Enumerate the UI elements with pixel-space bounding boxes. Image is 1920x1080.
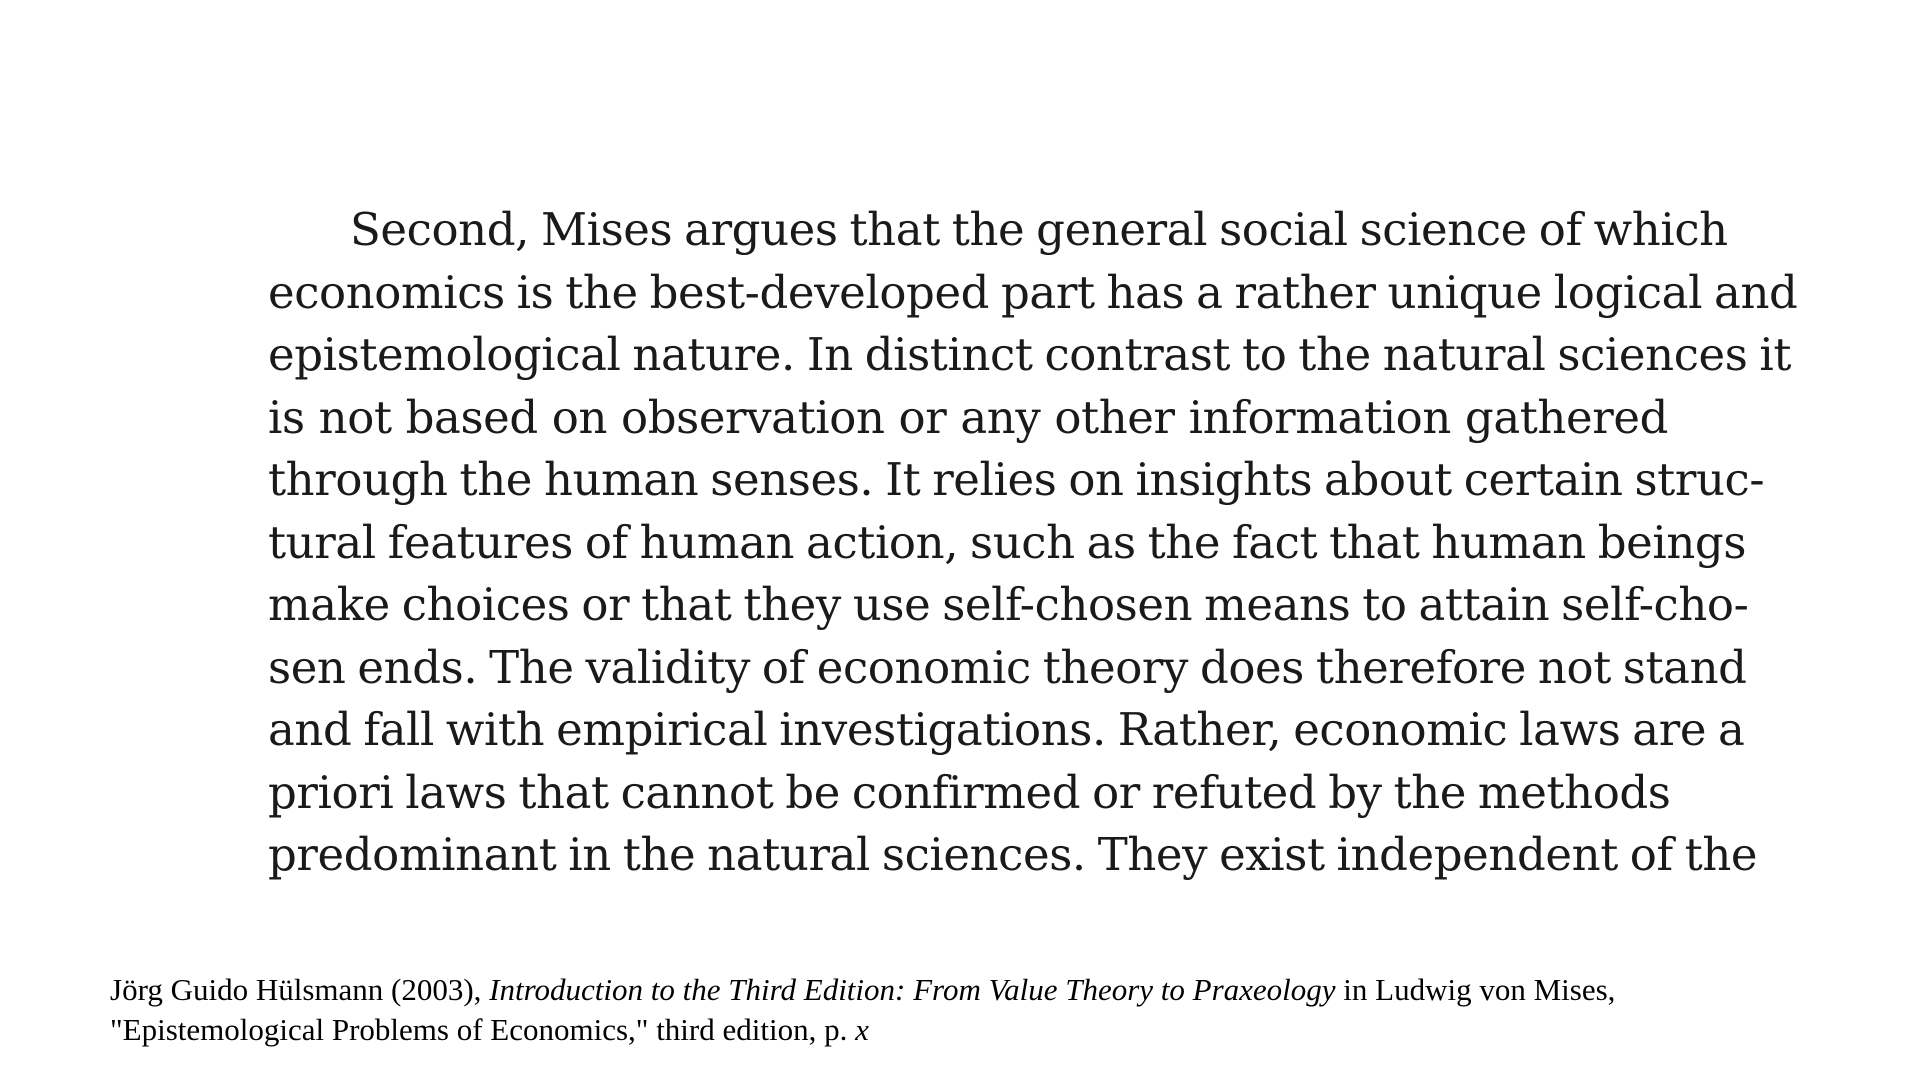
citation-author-year: Jörg Guido Hülsmann (2003), [110,972,490,1007]
quote-line: Second, Mises argues that the general so… [350,203,1728,256]
quote-line: tural features of human action, such as … [268,515,1747,569]
citation: Jörg Guido Hülsmann (2003), Introduction… [110,970,1830,1050]
quote-line: predominant in the natural sciences. The… [268,828,1758,881]
quote-line: is not based on observation or any other… [268,390,1668,444]
quote-line: epistemological nature. In distinct cont… [268,328,1792,381]
quote-line: economics is the best-developed part has… [268,265,1798,319]
citation-source: "Epistemological Problems of Economics,"… [110,1012,856,1047]
quote-line: priori laws that cannot be confirmed or … [268,765,1671,819]
citation-in-text: in Ludwig von Mises, [1335,972,1616,1007]
citation-work-title: Introduction to the Third Edition: From … [489,972,1336,1007]
quote-line: sen ends. The validity of economic theor… [268,640,1747,694]
quote-line: make choices or that they use self-chose… [268,578,1749,631]
citation-page: x [855,1012,869,1047]
quote-line: through the human senses. It relies on i… [268,453,1765,506]
quote-passage: Second, Mises argues that the general so… [268,199,1798,887]
quote-line: and fall with empirical investigations. … [268,703,1745,756]
